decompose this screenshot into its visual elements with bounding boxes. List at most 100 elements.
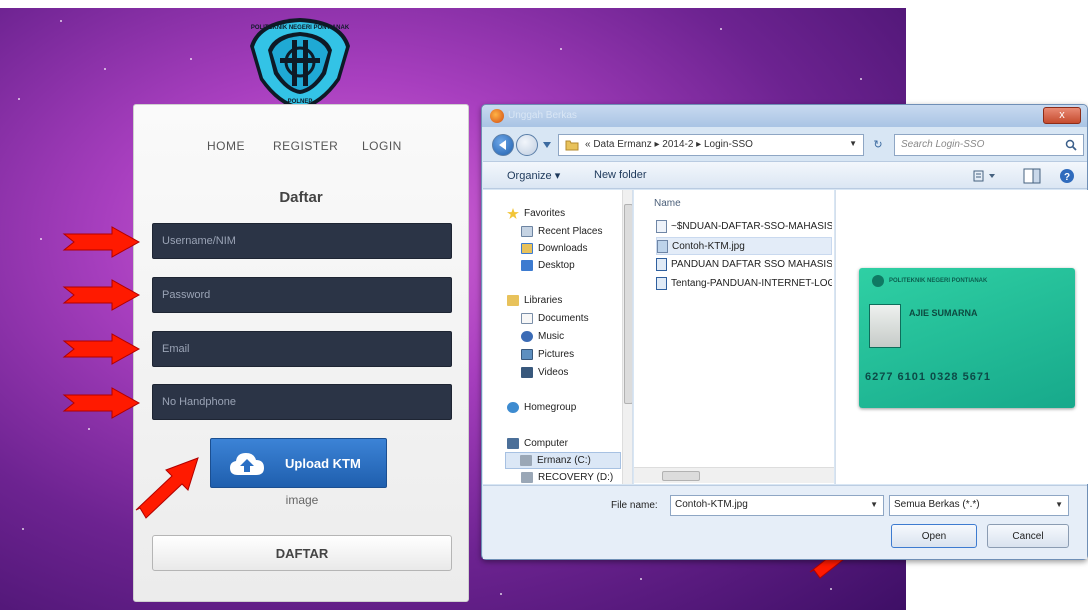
path-text: « Data Ermanz ▸ 2014-2 ▸ Login-SSO bbox=[585, 139, 753, 150]
nav-register-link[interactable]: REGISTER bbox=[273, 139, 338, 153]
tree-scrollbar-thumb[interactable] bbox=[624, 204, 632, 404]
preview-pane-icon[interactable] bbox=[1023, 168, 1041, 184]
dialog-close-button[interactable]: x bbox=[1043, 107, 1081, 124]
arrow-password-icon bbox=[62, 279, 141, 311]
forward-button[interactable] bbox=[516, 134, 538, 156]
file-list-scrollbar-thumb[interactable] bbox=[662, 471, 700, 481]
downloads-icon bbox=[521, 243, 533, 254]
address-bar: « Data Ermanz ▸ 2014-2 ▸ Login-SSO ▼ ↻ S… bbox=[482, 129, 1087, 159]
name-column-header[interactable]: Name bbox=[654, 198, 681, 209]
desktop-icon bbox=[521, 260, 533, 271]
pictures-icon bbox=[521, 349, 533, 360]
ktm-logo-icon bbox=[872, 275, 884, 287]
homegroup-icon bbox=[507, 402, 519, 413]
preview-pane: POLITEKNIK NEGERI PONTIANAK AJIE SUMARNA… bbox=[835, 190, 1088, 484]
upload-ktm-label: Upload KTM bbox=[285, 456, 361, 471]
file-type-select[interactable]: Semua Berkas (*.*) ▼ bbox=[889, 495, 1069, 516]
ktm-student-name: AJIE SUMARNA bbox=[909, 308, 978, 318]
ktm-header: POLITEKNIK NEGERI PONTIANAK bbox=[889, 278, 988, 284]
back-button[interactable] bbox=[492, 134, 514, 156]
registration-card: HOME REGISTER LOGIN Daftar Upload KTM im… bbox=[133, 104, 469, 602]
file-list: Name ~$NDUAN-DAFTAR-SSO-MAHASIS Contoh-K… bbox=[634, 190, 834, 484]
tree-item-favorites[interactable]: Favorites bbox=[507, 206, 632, 223]
arrow-phone-icon bbox=[62, 387, 141, 419]
tree-item-documents[interactable]: Documents bbox=[521, 311, 632, 328]
file-name-value: Contoh-KTM.jpg bbox=[675, 499, 748, 510]
tree-item-downloads[interactable]: Downloads bbox=[521, 241, 632, 258]
daftar-submit-button[interactable]: DAFTAR bbox=[152, 535, 452, 571]
libraries-icon bbox=[507, 295, 519, 306]
file-name-input[interactable]: Contoh-KTM.jpg ▼ bbox=[670, 495, 884, 516]
file-list-scrollbar[interactable] bbox=[634, 467, 834, 483]
refresh-icon[interactable]: ↻ bbox=[866, 134, 890, 156]
tree-item-videos[interactable]: Videos bbox=[521, 365, 632, 382]
ktm-preview-image: POLITEKNIK NEGERI PONTIANAK AJIE SUMARNA… bbox=[859, 268, 1075, 408]
tree-item-pictures[interactable]: Pictures bbox=[521, 347, 632, 364]
dialog-titlebar: Unggah Berkas x bbox=[482, 105, 1087, 127]
ktm-photo bbox=[869, 304, 901, 348]
file-upload-dialog: Unggah Berkas x « Data Ermanz ▸ 2014-2 ▸… bbox=[481, 104, 1088, 560]
open-button[interactable]: Open bbox=[891, 524, 977, 548]
back-arrow-icon bbox=[499, 140, 506, 150]
cloud-upload-icon bbox=[230, 453, 264, 475]
nav-home-link[interactable]: HOME bbox=[207, 139, 245, 153]
dialog-toolbar: Organize ▾ New folder ? bbox=[483, 161, 1087, 189]
dialog-title: Unggah Berkas bbox=[508, 110, 577, 121]
view-options-icon[interactable] bbox=[973, 169, 999, 183]
ktm-card-number: 6277 6101 0328 5671 bbox=[865, 371, 992, 383]
music-icon bbox=[521, 331, 533, 342]
help-icon[interactable]: ? bbox=[1059, 168, 1075, 184]
search-icon[interactable] bbox=[1065, 139, 1077, 151]
history-dropdown-icon[interactable] bbox=[542, 141, 552, 149]
tree-item-drive-c[interactable]: Ermanz (C:) bbox=[505, 452, 621, 469]
image-file-icon bbox=[657, 240, 668, 253]
chevron-down-icon[interactable]: ▼ bbox=[1055, 500, 1063, 509]
logo-top-text: POLITEKNIK NEGERI PONTIANAK bbox=[251, 25, 350, 31]
search-input[interactable]: Search Login-SSO bbox=[894, 134, 1084, 156]
upload-ktm-button[interactable]: Upload KTM bbox=[210, 438, 387, 488]
drive-icon bbox=[520, 455, 532, 466]
svg-text:?: ? bbox=[1064, 172, 1070, 183]
phone-input[interactable] bbox=[152, 384, 452, 420]
nav-login-link[interactable]: LOGIN bbox=[362, 139, 402, 153]
file-item[interactable]: Tentang-PANDUAN-INTERNET-LOG bbox=[656, 275, 832, 293]
path-breadcrumb[interactable]: « Data Ermanz ▸ 2014-2 ▸ Login-SSO ▼ bbox=[558, 134, 864, 156]
folder-icon bbox=[565, 140, 579, 151]
document-file-icon bbox=[656, 220, 667, 233]
tree-item-desktop[interactable]: Desktop bbox=[521, 258, 632, 275]
cancel-button[interactable]: Cancel bbox=[987, 524, 1069, 548]
arrow-username-icon bbox=[62, 226, 141, 258]
firefox-icon bbox=[490, 109, 504, 123]
tree-item-music[interactable]: Music bbox=[521, 329, 632, 346]
polnep-logo: POLITEKNIK NEGERI PONTIANAK POLNEP bbox=[250, 18, 350, 110]
file-item-selected[interactable]: Contoh-KTM.jpg bbox=[656, 237, 832, 255]
new-folder-button[interactable]: New folder bbox=[594, 169, 647, 181]
file-name-label: File name: bbox=[611, 500, 658, 511]
email-input[interactable] bbox=[152, 331, 452, 367]
tree-item-recent-places[interactable]: Recent Places bbox=[521, 224, 632, 241]
file-item[interactable]: PANDUAN DAFTAR SSO MAHASIS bbox=[656, 256, 832, 274]
navigation-tree: Favorites Recent Places Downloads Deskto… bbox=[483, 190, 633, 484]
path-dropdown-icon[interactable]: ▼ bbox=[849, 139, 857, 148]
tree-item-drive-d[interactable]: RECOVERY (D:) bbox=[521, 470, 632, 484]
dialog-footer: File name: Contoh-KTM.jpg ▼ Semua Berkas… bbox=[483, 485, 1087, 559]
username-input[interactable] bbox=[152, 223, 452, 259]
form-title: Daftar bbox=[279, 189, 323, 206]
word-file-icon bbox=[656, 277, 667, 290]
videos-icon bbox=[521, 367, 533, 378]
chevron-down-icon[interactable]: ▼ bbox=[870, 500, 878, 509]
tree-item-homegroup[interactable]: Homegroup bbox=[507, 400, 632, 417]
search-placeholder: Search Login-SSO bbox=[901, 139, 985, 150]
tree-item-libraries[interactable]: Libraries bbox=[507, 293, 632, 310]
arrow-email-icon bbox=[62, 333, 141, 365]
recent-places-icon bbox=[521, 226, 533, 237]
computer-icon bbox=[507, 438, 519, 449]
tree-item-computer[interactable]: Computer bbox=[507, 436, 632, 453]
organize-menu[interactable]: Organize ▾ bbox=[507, 169, 560, 182]
tree-scrollbar[interactable] bbox=[622, 190, 632, 484]
password-input[interactable] bbox=[152, 277, 452, 313]
documents-icon bbox=[521, 313, 533, 324]
file-item[interactable]: ~$NDUAN-DAFTAR-SSO-MAHASIS bbox=[656, 218, 832, 236]
file-type-value: Semua Berkas (*.*) bbox=[894, 499, 980, 510]
top-nav: HOME REGISTER LOGIN bbox=[134, 139, 468, 159]
